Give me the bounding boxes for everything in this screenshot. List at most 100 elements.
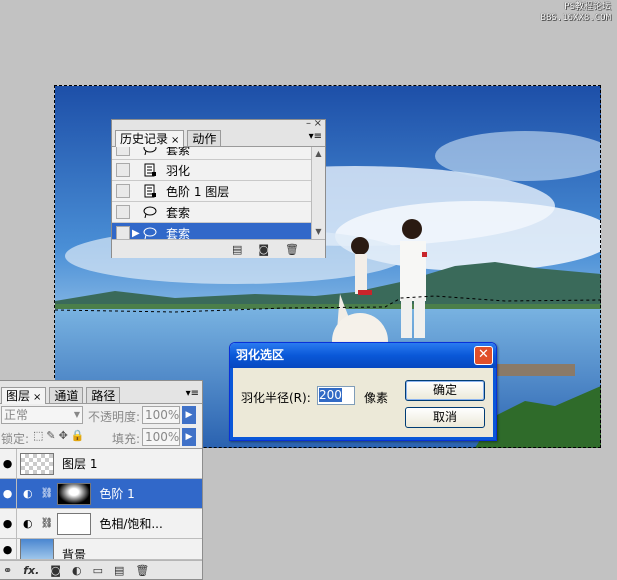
tab-channels-label: 通道 (54, 389, 79, 403)
cancel-button[interactable]: 取消 (405, 407, 485, 428)
layers-panel: 图层 × 通道 路径 ▾≡ 正常 ▼ 不透明度: 100% ▶ 锁定: ⬚✎✥🔒 填… (0, 380, 203, 580)
lasso-icon (142, 147, 158, 156)
fill-value: 100% (145, 430, 180, 444)
tab-layers[interactable]: 图层 × (1, 387, 47, 404)
scroll-up-icon[interactable]: ▲ (312, 147, 325, 161)
lasso-icon (142, 226, 158, 239)
close-tab-icon[interactable]: × (171, 135, 179, 146)
layers-tabs: 图层 × 通道 路径 ▾≡ (0, 387, 202, 404)
history-item[interactable]: 羽化 (112, 160, 325, 181)
eye-icon[interactable]: ● (0, 449, 17, 478)
tab-channels[interactable]: 通道 (49, 387, 84, 403)
minimize-icon[interactable]: – (306, 118, 311, 129)
watermark-line2: BBS.16XX8.COM (540, 13, 611, 23)
panel-menu-icon[interactable]: ▾≡ (186, 388, 199, 399)
levels-adjustment-icon: ◐ (23, 487, 33, 500)
feather-radius-input[interactable]: 200 (317, 386, 355, 405)
tab-layers-label: 图层 (6, 389, 31, 403)
ok-button[interactable]: 确定 (405, 380, 485, 401)
opacity-slider-button[interactable]: ▶ (182, 406, 196, 424)
blend-mode-select[interactable]: 正常 ▼ (1, 406, 83, 424)
trash-icon[interactable]: 🗑 (285, 243, 299, 256)
history-item[interactable]: 套索 (112, 147, 325, 160)
opacity-input[interactable]: 100% (142, 406, 180, 424)
snapshot-checkbox[interactable] (116, 163, 130, 177)
folder-icon[interactable]: ▭ (93, 564, 103, 577)
tab-paths[interactable]: 路径 (86, 387, 121, 403)
layer-mask-thumbnail[interactable] (57, 482, 92, 505)
scroll-down-icon[interactable]: ▼ (312, 225, 325, 239)
new-document-from-state-icon[interactable]: ▤ (232, 243, 242, 256)
opacity-label: 不透明度: (88, 410, 141, 424)
fill-slider-button[interactable]: ▶ (182, 428, 196, 446)
eye-icon[interactable]: ● (0, 539, 17, 559)
tab-actions-label: 动作 (192, 132, 217, 146)
history-footer: ▤ ◙ 🗑 (112, 239, 325, 258)
dialog-body: 羽化半径(R): 200 像素 确定 取消 (230, 368, 496, 440)
hue-saturation-adjustment-icon: ◐ (23, 517, 33, 530)
add-mask-icon[interactable]: ◙ (50, 564, 61, 577)
layer-name: 图层 1 (62, 457, 98, 471)
watermark-line1: PS教程论坛 (564, 2, 611, 12)
tab-history[interactable]: 历史记录 × (115, 130, 185, 147)
layer-style-icon[interactable]: fx. (23, 564, 39, 577)
history-scrollbar[interactable]: ▲ ▼ (311, 147, 325, 239)
blend-row: 正常 ▼ 不透明度: 100% ▶ (0, 404, 202, 426)
history-item[interactable]: 套索 (112, 202, 325, 223)
eye-icon[interactable]: ● (0, 509, 17, 538)
lock-icons[interactable]: ⬚✎✥🔒 (33, 429, 88, 442)
feather-radius-label: 羽化半径(R): (241, 391, 311, 405)
camera-icon[interactable]: ◙ (258, 243, 269, 256)
trash-icon[interactable]: 🗑 (135, 564, 149, 577)
link-layers-icon[interactable]: ⚭ (3, 564, 12, 577)
link-icon: ⛓ (40, 518, 54, 529)
history-item-label: 套索 (166, 205, 191, 220)
blend-mode-value: 正常 (4, 408, 29, 422)
history-item-label: 套索 (166, 226, 191, 240)
dialog-title: 羽化选区 (236, 348, 285, 362)
history-item-label: 羽化 (166, 163, 191, 178)
watermark: PS教程论坛 BBS.16XX8.COM (541, 2, 611, 24)
layer-name: 色阶 1 (99, 487, 135, 501)
tab-actions[interactable]: 动作 (187, 130, 222, 146)
history-panel-titlebar[interactable]: – × (112, 118, 325, 130)
lasso-icon (142, 205, 158, 219)
chevron-down-icon: ▼ (73, 410, 80, 419)
history-item[interactable]: 色阶 1 图层 (112, 181, 325, 202)
snapshot-checkbox[interactable] (116, 184, 130, 198)
snapshot-checkbox[interactable] (116, 147, 130, 156)
layer-name: 色相/饱和... (99, 517, 163, 531)
dialog-close-button[interactable]: ✕ (474, 346, 493, 365)
fill-input[interactable]: 100% (142, 428, 180, 446)
layer-row-selected[interactable]: ● ◐ ⛓ 色阶 1 (0, 479, 202, 509)
history-list: 套索 羽化 色阶 1 图层 套索 ▶ 套索 ▲ ▼ (112, 147, 325, 239)
layer-name: 背景 (62, 547, 87, 560)
layer-mask-thumbnail[interactable] (57, 512, 92, 535)
eye-icon[interactable]: ● (0, 479, 17, 508)
feather-radius-value: 200 (319, 388, 342, 402)
history-state-arrow-icon: ▶ (132, 227, 140, 239)
lock-label: 锁定: (1, 432, 30, 446)
close-tab-icon[interactable]: × (33, 392, 41, 403)
history-item-selected[interactable]: ▶ 套索 (112, 223, 325, 239)
tab-paths-label: 路径 (91, 389, 116, 403)
feather-unit-label: 像素 (364, 391, 389, 405)
layers-list: ● 图层 1 ● ◐ ⛓ 色阶 1 ● ◐ ⛓ 色相/饱和... ● 背景 (0, 448, 202, 560)
document-icon (142, 184, 158, 198)
snapshot-checkbox[interactable] (116, 205, 130, 219)
dialog-titlebar[interactable]: 羽化选区 ✕ (230, 343, 496, 368)
link-icon: ⛓ (40, 488, 54, 499)
panel-menu-icon[interactable]: ▾≡ (309, 131, 322, 142)
layers-footer: ⚭ fx. ◙ ◐ ▭ ▤ 🗑 (0, 560, 202, 579)
close-icon[interactable]: × (314, 118, 322, 129)
history-panel: – × 历史记录 × 动作 ▾≡ 套索 羽化 色阶 1 图层 套索 ▶ 套索 ▲… (111, 118, 326, 258)
adjustment-layer-icon[interactable]: ◐ (72, 564, 82, 577)
tab-history-label: 历史记录 (120, 132, 169, 146)
feather-selection-dialog: 羽化选区 ✕ 羽化半径(R): 200 像素 确定 取消 (229, 342, 497, 441)
layer-row[interactable]: ● 背景 (0, 539, 202, 560)
layer-row[interactable]: ● ◐ ⛓ 色相/饱和... (0, 509, 202, 539)
history-item-label: 套索 (166, 147, 191, 157)
snapshot-checkbox[interactable] (116, 226, 130, 239)
new-layer-icon[interactable]: ▤ (114, 564, 124, 577)
layer-row[interactable]: ● 图层 1 (0, 449, 202, 479)
